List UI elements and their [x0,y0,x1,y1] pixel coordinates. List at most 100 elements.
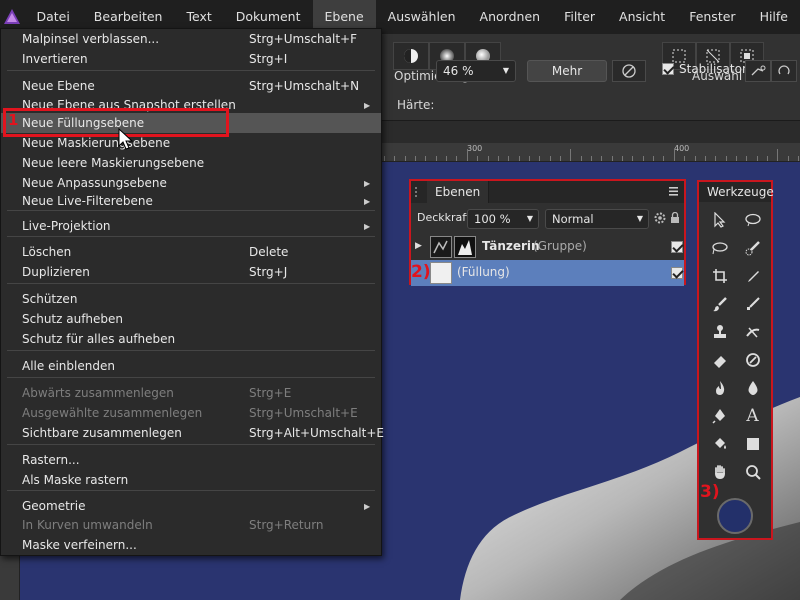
move-tool-icon[interactable] [703,206,736,234]
dodge-icon[interactable] [736,346,769,374]
hardness-label: Härte: [397,98,435,112]
clone-stamp-icon[interactable] [703,318,736,346]
hardness-dropdown[interactable]: 46 % ▼ [436,60,516,82]
menu-auswaehlen[interactable]: Auswählen [376,0,468,34]
expand-triangle-icon[interactable]: ▶ [415,241,422,251]
menu-item-als-maske-rastern[interactable]: Als Maske rastern [1,470,381,490]
layers-panel: Ebenen Deckkraft: 100 % ▼ Normal ▼ ▶ Tän… [409,179,686,286]
text-tool-icon[interactable]: A [736,402,769,430]
zoom-icon[interactable] [736,458,769,486]
submenu-arrow-icon: ▶ [364,221,371,231]
menu-separator [7,444,375,445]
menu-item-alle-einblenden[interactable]: Alle einblenden [1,356,381,376]
ruler-tick [467,149,468,161]
menu-item-schutz-aufheben[interactable]: Schutz aufheben [1,309,381,329]
menu-item-neue-anpassungsebene[interactable]: Neue Anpassungsebene ▶ [1,173,381,193]
primary-color-swatch[interactable] [717,498,753,534]
crop-icon[interactable] [703,262,736,290]
menu-item-shortcut: Strg+Umschalt+E [249,406,358,420]
layer-visibility-checkbox[interactable] [671,267,683,279]
annotation-number-2: 2) [411,262,431,282]
menu-item-label: Sichtbare zusammenlegen [22,426,182,440]
menu-item-neue-leere-maskierungsebene[interactable]: Neue leere Maskierungsebene [1,153,381,173]
layer-visibility-checkbox[interactable] [671,241,683,253]
menu-ansicht[interactable]: Ansicht [607,0,677,34]
hardness-value: 46 % [443,64,474,78]
blur-icon[interactable] [736,374,769,402]
menu-item-sichtbare-zusammenlegen[interactable]: Sichtbare zusammenlegen Strg+Alt+Umschalt… [1,423,384,443]
layer-row-taenzerin[interactable]: ▶ Tänzerin (Gruppe) [411,234,684,260]
menu-item-duplizieren[interactable]: Duplizieren Strg+J [1,262,381,282]
menu-separator [7,490,375,491]
menu-item-neue-live-filterebene[interactable]: Neue Live-Filterebene ▶ [1,191,381,211]
brush-tip-icon[interactable] [612,60,646,82]
burn-icon[interactable] [703,374,736,402]
selection-brush-icon[interactable] [736,234,769,262]
menu-filter[interactable]: Filter [552,0,607,34]
ruler-tick [498,156,499,161]
ruler-tick [715,156,716,161]
pixel-brush-icon[interactable] [736,290,769,318]
rope-stabilizer-icon[interactable] [745,60,771,82]
more-button[interactable]: Mehr [527,60,607,82]
menu-item-shortcut: Strg+J [249,265,288,279]
ruler-tick [684,156,685,161]
paint-brush-icon[interactable] [703,290,736,318]
ruler-tick [415,156,416,161]
menu-item-label: Schützen [22,292,78,306]
menu-item-geometrie[interactable]: Geometrie ▶ [1,496,381,516]
menu-item-malpinsel-verblassen[interactable]: Malpinsel verblassen... Strg+Umschalt+F [1,29,381,49]
menu-item-live-projektion[interactable]: Live-Projektion ▶ [1,216,381,236]
mask-thumbnail [454,236,476,258]
fill-bucket-icon[interactable] [703,430,736,458]
layer-name: Tänzerin [482,239,540,253]
menu-item-shortcut: Strg+I [249,52,288,66]
contrast-half-icon[interactable] [393,42,429,70]
menu-anordnen[interactable]: Anordnen [468,0,553,34]
ruler-tick [767,156,768,161]
menu-item-shortcut: Strg+Umschalt+N [249,79,360,93]
menu-fenster[interactable]: Fenster [677,0,747,34]
menu-separator [7,283,375,284]
color-picker-icon[interactable] [736,262,769,290]
ruler-tick [757,156,758,161]
menu-item-label: Schutz aufheben [22,312,124,326]
ruler-tick [539,156,540,161]
stabilizer-toggle[interactable]: Stabilisator [662,62,747,76]
menu-item-schutz-für-alles-aufheben[interactable]: Schutz für alles aufheben [1,329,381,349]
menu-item-rastern[interactable]: Rastern... [1,450,381,470]
menu-item-maske-verfeinern[interactable]: Maske verfeinern... [1,535,381,555]
menu-item-neue-ebene[interactable]: Neue Ebene Strg+Umschalt+N [1,76,381,96]
marquee-select-icon[interactable] [736,206,769,234]
menu-item-label: Neue Ebene [22,79,95,93]
tab-ebenen[interactable]: Ebenen [427,181,490,203]
lock-icon[interactable] [670,211,680,227]
menu-item-schützen[interactable]: Schützen [1,289,381,309]
panel-menu-icon[interactable] [669,185,679,200]
layer-row-fuellung[interactable]: (Füllung) [411,260,684,286]
menu-item-löschen[interactable]: Löschen Delete [1,242,381,262]
menu-item-label: Duplizieren [22,265,90,279]
retouch-icon[interactable] [736,318,769,346]
window-stabilizer-icon[interactable] [771,60,797,82]
stabilizer-mode-buttons [745,60,797,82]
opacity-dropdown[interactable]: 100 % ▼ [467,209,539,229]
submenu-arrow-icon: ▶ [364,501,371,511]
opacity-label: Deckkraft: [417,211,474,224]
layer-options-row: Deckkraft: 100 % ▼ Normal ▼ [411,205,684,231]
panel-grip-icon[interactable] [415,187,421,197]
gear-icon[interactable] [654,212,666,227]
ruler-tick [622,156,623,161]
rectangle-icon[interactable] [736,430,769,458]
ruler-label-400: 400 [674,144,690,153]
freehand-select-icon[interactable] [703,234,736,262]
menu-item-invertieren[interactable]: Invertieren Strg+I [1,49,381,69]
menu-hilfe[interactable]: Hilfe [748,0,800,34]
ruler-tick [560,156,561,161]
pen-icon[interactable] [703,402,736,430]
stabilizer-checkbox[interactable] [662,63,674,75]
mouse-cursor-icon [117,127,135,154]
blend-mode-dropdown[interactable]: Normal ▼ [545,209,649,229]
eraser-icon[interactable] [703,346,736,374]
ruler-tick [581,156,582,161]
